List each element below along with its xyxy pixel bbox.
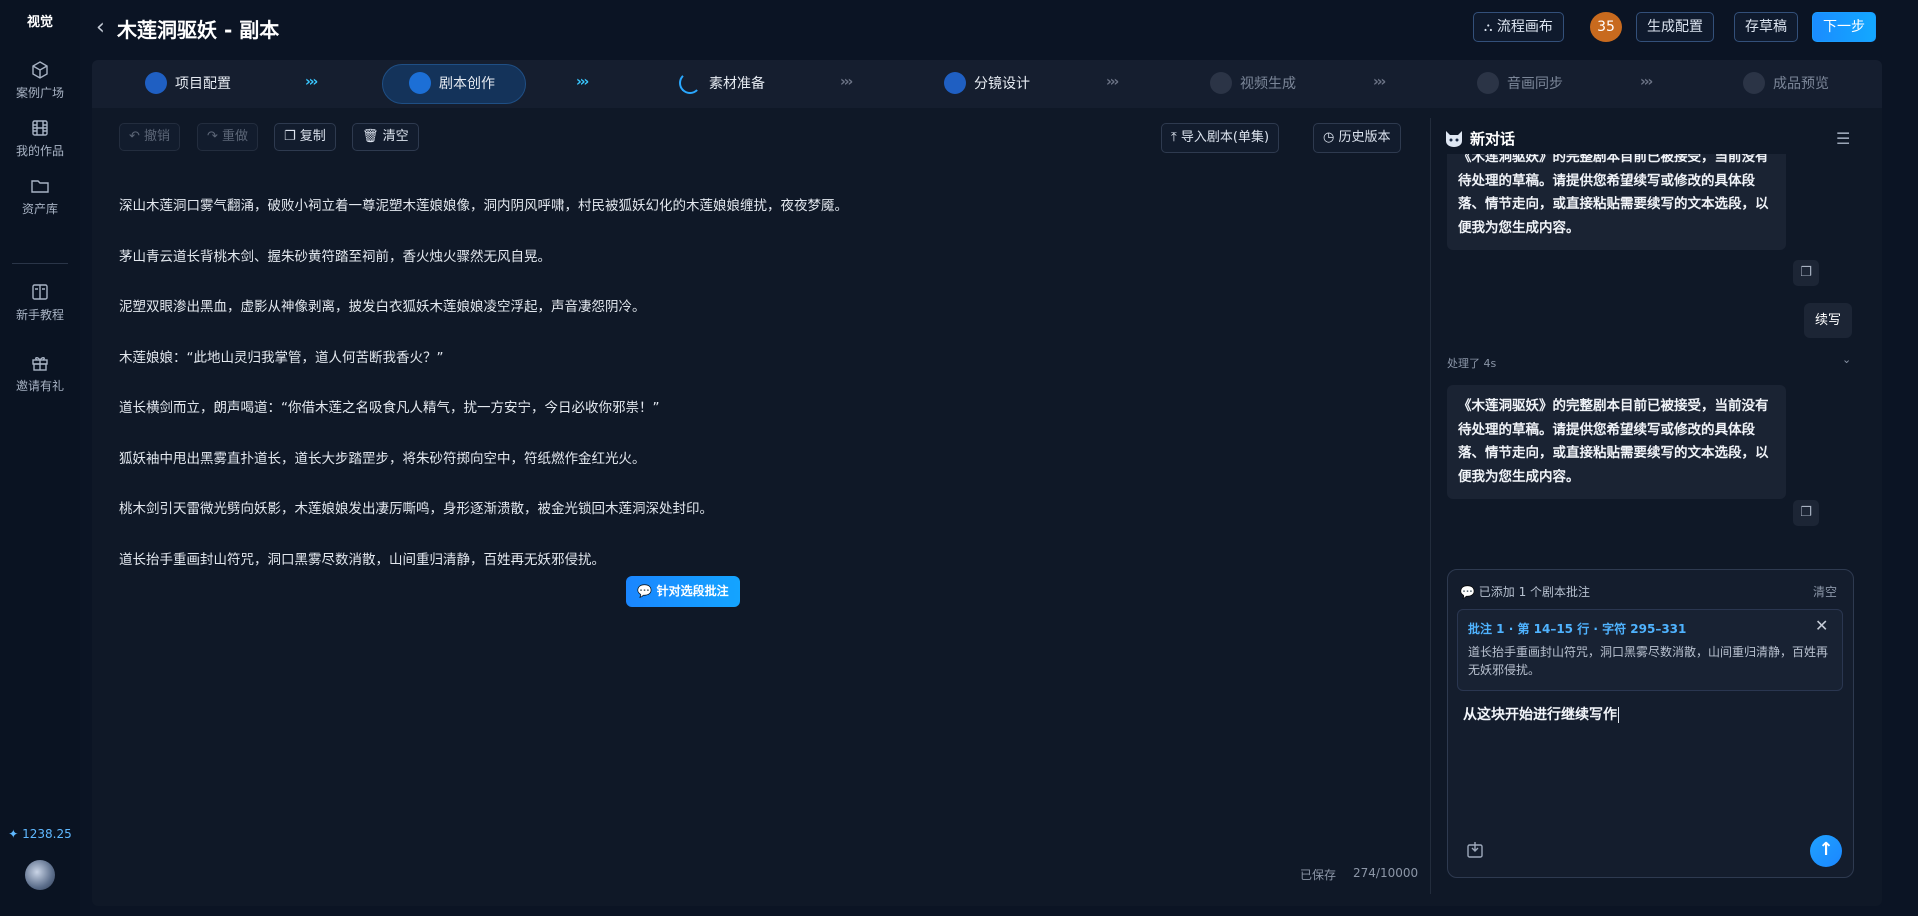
trash-icon: 🗑 bbox=[362, 129, 379, 144]
user-message: 续写 bbox=[1804, 303, 1852, 338]
save-status: 已保存 bbox=[1300, 868, 1337, 882]
annotate-selection-button[interactable]: 💬 针对选段批注 bbox=[626, 576, 740, 607]
user-avatar[interactable] bbox=[25, 860, 55, 890]
step-arrow-icon: ››› bbox=[576, 74, 589, 90]
script-paragraph: 道长横剑而立，朗声喝道：“你借木莲之名吸食凡人精气，扰一方安宁，今日必收你邪祟！… bbox=[119, 400, 660, 416]
undo-button[interactable]: ↶ 撤销 bbox=[119, 123, 181, 151]
script-paragraph: 茅山青云道长背桃木剑、握朱砂黄符踏至祠前，香火烛火骤然无风自晃。 bbox=[119, 248, 551, 265]
pane-divider[interactable] bbox=[1430, 118, 1431, 894]
script-paragraph: 狐妖袖中甩出黑雾直扑道长，道长大步踏罡步，将朱砂符掷向空中，符纸燃作金红光火。 bbox=[119, 450, 646, 467]
copy-icon: ❐ bbox=[284, 129, 296, 144]
brand-logo: 视觉 bbox=[26, 15, 53, 30]
comment-icon: 💬 bbox=[637, 584, 653, 598]
script-paragraph: 道长抬手重画封山符咒，洞口黑雾尽数消散，山间重归清静，百姓再无妖邪侵扰。 bbox=[119, 551, 605, 568]
step-video-generation[interactable]: 视频生成 bbox=[1210, 64, 1296, 104]
save-draft-button[interactable]: 存草稿 bbox=[1734, 12, 1798, 42]
cube-icon bbox=[32, 61, 48, 79]
notification-badge[interactable]: 35 bbox=[1590, 12, 1622, 42]
sidebar-divider bbox=[12, 263, 68, 264]
sidebar-item-tutorial[interactable]: 新手教程 bbox=[0, 282, 80, 323]
generate-config-button[interactable]: 生成配置 bbox=[1636, 12, 1714, 42]
step-material-prep[interactable]: 素材准备 bbox=[679, 64, 765, 104]
back-chevron-icon[interactable]: ‹ bbox=[96, 15, 105, 40]
redo-icon: ↷ bbox=[207, 129, 218, 144]
book-icon bbox=[32, 284, 48, 300]
chat-scroll-clip: 《木莲洞驱妖》的完整剧本目前已被接受，当前没有待处理的草稿。请提供您希望续写或修… bbox=[1447, 154, 1786, 254]
step-final-preview[interactable]: 成品预览 bbox=[1743, 64, 1829, 104]
text-caret bbox=[1618, 707, 1619, 723]
assistant-message: 《木莲洞驱妖》的完整剧本目前已被接受，当前没有待处理的草稿。请提供您希望续写或修… bbox=[1447, 385, 1786, 499]
import-script-button[interactable]: ⤒ 导入剧本(单集) bbox=[1161, 123, 1280, 153]
redo-button[interactable]: ↷ 重做 bbox=[197, 123, 259, 151]
processing-time: 处理了 4s bbox=[1447, 357, 1497, 370]
copy-message-icon[interactable]: ❐ bbox=[1793, 260, 1819, 286]
sidebar-item-asset-library[interactable]: 资产库 bbox=[0, 176, 80, 217]
sidebar-item-invite[interactable]: 邀请有礼 bbox=[0, 353, 80, 394]
assistant-message: 《木莲洞驱妖》的完整剧本目前已被接受，当前没有待处理的草稿。请提供您希望续写或修… bbox=[1447, 154, 1786, 250]
gear-icon bbox=[145, 72, 167, 94]
step-arrow-icon: ››› bbox=[840, 74, 853, 90]
chat-list-icon[interactable]: ☰ bbox=[1836, 129, 1850, 148]
step-arrow-icon: ››› bbox=[1373, 74, 1386, 90]
step-audio-sync[interactable]: 音画同步 bbox=[1477, 64, 1563, 104]
script-paragraph: 桃木剑引天雷微光劈向妖影，木莲娘娘发出凄厉嘶鸣，身形逐渐溃散，被金光锁回木莲洞深… bbox=[119, 501, 713, 517]
chevron-down-icon[interactable]: ⌄ bbox=[1842, 353, 1851, 366]
film-icon bbox=[32, 120, 48, 136]
step-arrow-icon: ››› bbox=[1640, 74, 1653, 90]
gift-icon bbox=[32, 357, 48, 371]
history-version-button[interactable]: ◷ 历史版本 bbox=[1313, 123, 1401, 153]
send-button[interactable]: ↑ bbox=[1810, 835, 1842, 867]
script-editor[interactable]: 深山木莲洞口雾气翻涌，破败小祠立着一尊泥塑木莲娘娘像，洞内阴风呼啸，村民被狐妖幻… bbox=[119, 196, 1399, 600]
chat-title: 新对话 bbox=[1470, 130, 1516, 148]
sidebar-item-label: 新手教程 bbox=[15, 308, 64, 322]
script-paragraph: 木莲娘娘：“此地山灵归我掌管，道人何苦断我香火？” bbox=[119, 349, 444, 366]
upload-icon: ⤒ bbox=[1171, 130, 1177, 145]
copy-message-icon[interactable]: ❐ bbox=[1793, 500, 1819, 526]
sidebar-item-label: 邀请有礼 bbox=[15, 379, 64, 393]
sidebar-item-label: 案例广场 bbox=[15, 86, 64, 100]
script-paragraph: 深山木莲洞口雾气翻涌，破败小祠立着一尊泥塑木莲娘娘像，洞内阴风呼啸，村民被狐妖幻… bbox=[119, 198, 848, 214]
step-storyboard[interactable]: 分镜设计 bbox=[944, 64, 1030, 104]
credits-balance: ✦ 1238.25 bbox=[8, 827, 72, 841]
cat-mascot-icon bbox=[1446, 131, 1462, 147]
attach-file-icon[interactable] bbox=[1465, 840, 1485, 860]
history-icon: ◷ bbox=[1323, 130, 1335, 145]
storyboard-icon bbox=[944, 72, 966, 94]
flow-icon: ⛬ bbox=[1484, 20, 1493, 34]
video-icon bbox=[1210, 72, 1232, 94]
left-sidebar: 视觉 案例广场 我的作品 资产库 新手教程 邀请有礼 ✦ 1238.25 bbox=[0, 0, 80, 916]
annotations-added: 💬 已添加 1 个剧本批注 bbox=[1460, 585, 1591, 599]
clear-annotations-button[interactable]: 清空 bbox=[1813, 583, 1837, 600]
annotation-ref: 批注 1 · 第 14–15 行 · 字符 295–331 bbox=[1468, 622, 1687, 636]
pen-icon bbox=[409, 72, 431, 94]
arrow-up-icon: ↑ bbox=[1818, 839, 1834, 860]
step-project-config[interactable]: 项目配置 bbox=[145, 64, 231, 104]
folder-icon bbox=[31, 180, 49, 193]
microphone-icon bbox=[1477, 72, 1499, 94]
sidebar-item-my-works[interactable]: 我的作品 bbox=[0, 118, 80, 159]
copy-button[interactable]: ❐ 复制 bbox=[274, 123, 336, 151]
step-script-creation[interactable]: 剧本创作 bbox=[409, 64, 495, 104]
comment-icon: 💬 bbox=[1460, 585, 1475, 599]
close-icon[interactable]: ✕ bbox=[1815, 616, 1828, 635]
script-paragraph: 泥塑双眼渗出黑血，虚影从神像剥离，披发白衣狐妖木莲娘娘凌空浮起，声音凄怨阴冷。 bbox=[119, 299, 646, 315]
project-title: 木莲洞驱妖 - 副本 bbox=[117, 18, 280, 42]
step-arrow-icon: ››› bbox=[1106, 74, 1119, 90]
chat-input[interactable]: 从这块开始进行继续写作 bbox=[1463, 704, 1619, 724]
sidebar-item-label: 资产库 bbox=[21, 202, 58, 216]
sparkle-icon: ✦ bbox=[8, 827, 19, 841]
next-step-button[interactable]: 下一步 bbox=[1812, 12, 1876, 42]
flow-canvas-button[interactable]: ⛬ 流程画布 bbox=[1473, 12, 1564, 42]
loading-spinner-icon bbox=[679, 72, 701, 94]
clear-button[interactable]: 🗑 清空 bbox=[352, 123, 419, 151]
char-count: 274/10000 bbox=[1353, 866, 1419, 880]
sidebar-item-label: 我的作品 bbox=[15, 144, 64, 158]
sidebar-item-case-plaza[interactable]: 案例广场 bbox=[0, 60, 80, 101]
step-arrow-icon: ››› bbox=[305, 74, 318, 90]
camera-icon bbox=[1743, 72, 1765, 94]
annotation-text: 道长抬手重画封山符咒，洞口黑雾尽数消散，山间重归清静，百姓再无妖邪侵扰。 bbox=[1468, 645, 1829, 677]
undo-icon: ↶ bbox=[129, 129, 140, 144]
